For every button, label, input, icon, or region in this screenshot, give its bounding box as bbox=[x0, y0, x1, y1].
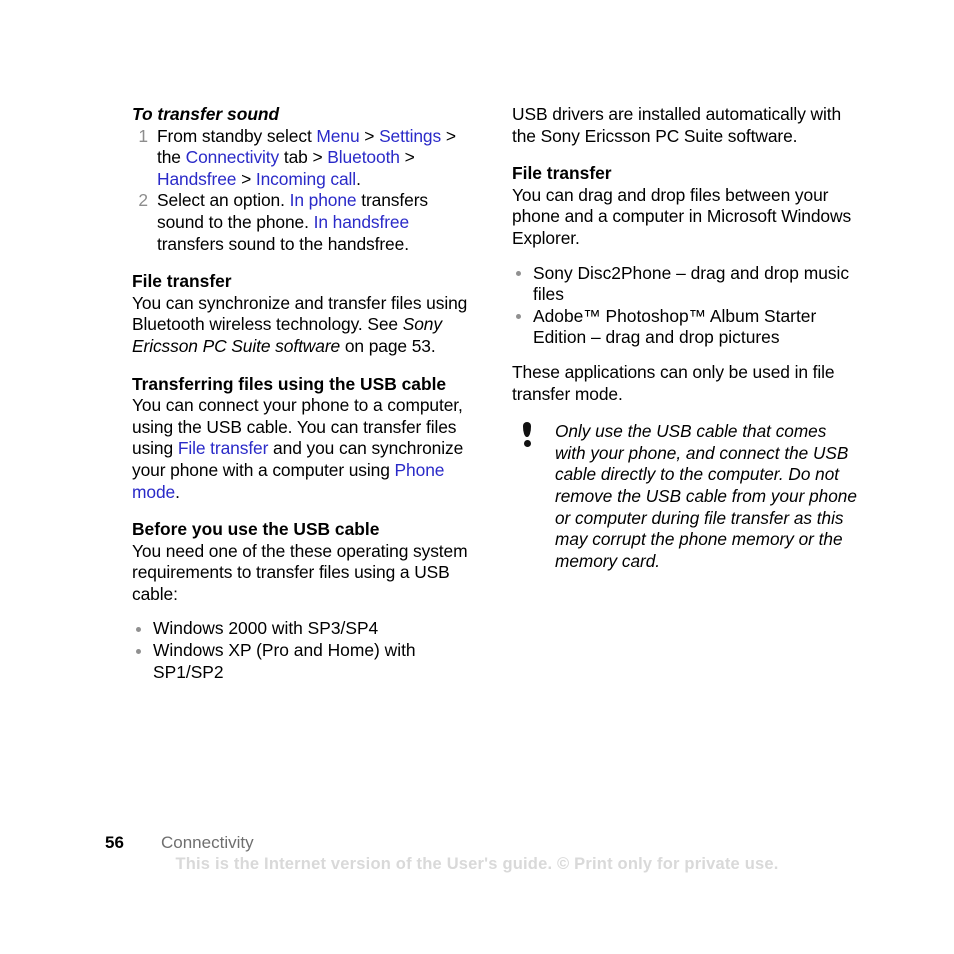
procedure-title: To transfer sound bbox=[132, 104, 280, 124]
list-item: Adobe™ Photoshop™ Album Starter Edition … bbox=[512, 306, 857, 349]
inline-link[interactable]: In handsfree bbox=[314, 212, 410, 232]
exclamation-icon bbox=[520, 422, 534, 450]
paragraph-file-transfer: You can synchronize and transfer files u… bbox=[132, 293, 477, 358]
left-column: To transfer sound 1 From standby select … bbox=[132, 104, 477, 683]
bullet-icon bbox=[516, 271, 521, 277]
inline-link[interactable]: In phone bbox=[290, 190, 357, 210]
exclamation-stem bbox=[523, 422, 531, 438]
paragraph-before-use: You need one of the these operating syst… bbox=[132, 540, 468, 604]
inline-text: transfers sound to the handsfree. bbox=[157, 233, 409, 254]
inline-text: > bbox=[236, 168, 256, 189]
inline-text: . bbox=[175, 481, 180, 502]
inline-link[interactable]: Settings bbox=[379, 126, 441, 146]
heading-before-use: Before you use the USB cable bbox=[132, 519, 380, 540]
requirements-list: Windows 2000 with SP3/SP4 Windows XP (Pr… bbox=[132, 618, 477, 683]
heading-usb-cable: Transferring files using the USB cable bbox=[132, 373, 447, 394]
list-item: Windows XP (Pro and Home) with SP1/SP2 bbox=[132, 640, 477, 683]
list-item-label: Sony Disc2Phone – drag and drop music fi… bbox=[533, 262, 850, 305]
list-item: Sony Disc2Phone – drag and drop music fi… bbox=[512, 263, 857, 306]
procedure-step: 1 From standby select Menu > Settings > … bbox=[132, 126, 477, 191]
inline-link[interactable]: Connectivity bbox=[186, 147, 280, 167]
paragraph-usb-cable: You can connect your phone to a computer… bbox=[132, 395, 477, 503]
procedure-steps: 1 From standby select Menu > Settings > … bbox=[132, 126, 477, 256]
paragraph-file-transfer: You can drag and drop files between your… bbox=[512, 184, 852, 248]
inline-link[interactable]: Menu bbox=[316, 126, 359, 146]
procedure-step: 2 Select an option. In phone transfers s… bbox=[132, 190, 477, 255]
list-item-label: Windows XP (Pro and Home) with SP1/SP2 bbox=[153, 640, 416, 682]
inline-link[interactable]: Handsfree bbox=[157, 169, 236, 189]
right-column: USB drivers are installed automatically … bbox=[512, 104, 857, 572]
inline-text: on page 53. bbox=[340, 335, 436, 356]
bullet-icon bbox=[136, 626, 141, 632]
warning-note: Only use the USB cable that comes with y… bbox=[512, 421, 857, 572]
manual-page: To transfer sound 1 From standby select … bbox=[0, 0, 954, 954]
inline-text: tab > bbox=[279, 147, 328, 168]
inline-text: From standby select bbox=[157, 125, 317, 146]
list-item: Windows 2000 with SP3/SP4 bbox=[132, 618, 477, 640]
paragraph-applications-closing: These applications can only be used in f… bbox=[512, 361, 835, 404]
list-item-label: Adobe™ Photoshop™ Album Starter Edition … bbox=[533, 305, 817, 348]
list-item-label: Windows 2000 with SP3/SP4 bbox=[153, 618, 379, 639]
step-number: 2 bbox=[138, 190, 148, 211]
heading-file-transfer: File transfer bbox=[512, 163, 612, 184]
exclamation-dot bbox=[523, 440, 531, 448]
inline-text: Select an option. bbox=[157, 190, 290, 211]
inline-text: > bbox=[399, 147, 415, 168]
inline-link[interactable]: Bluetooth bbox=[327, 147, 400, 167]
bullet-icon bbox=[136, 648, 141, 654]
step-text: Select an option. In phone transfers sou… bbox=[157, 190, 428, 253]
inline-text: . bbox=[356, 168, 361, 189]
bullet-icon bbox=[516, 314, 521, 320]
inline-link[interactable]: File transfer bbox=[178, 438, 269, 458]
page-number: 56 bbox=[105, 833, 124, 852]
paragraph-usb-drivers: USB drivers are installed automatically … bbox=[512, 104, 842, 146]
heading-file-transfer: File transfer bbox=[132, 271, 232, 292]
step-number: 1 bbox=[138, 125, 148, 146]
step-text: From standby select Menu > Settings > th… bbox=[157, 126, 456, 189]
footer-section-name: Connectivity bbox=[161, 833, 254, 852]
inline-link[interactable]: Incoming call bbox=[256, 169, 356, 189]
footer-watermark: This is the Internet version of the User… bbox=[175, 855, 779, 873]
applications-list: Sony Disc2Phone – drag and drop music fi… bbox=[512, 263, 857, 349]
inline-text: > bbox=[359, 125, 380, 146]
warning-note-text: Only use the USB cable that comes with y… bbox=[555, 421, 857, 571]
